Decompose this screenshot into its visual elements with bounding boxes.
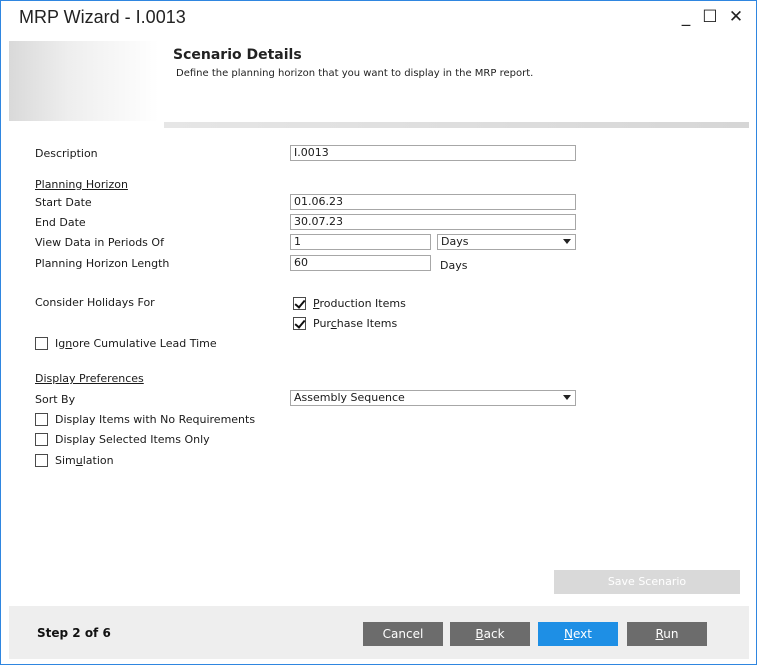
display-preferences-heading: Display Preferences [35,372,144,385]
production-items-checkbox[interactable]: Production Items [293,295,406,311]
end-date-field[interactable]: 30.07.23 [290,214,576,230]
simulation-checkbox[interactable]: Simulation [35,452,114,468]
horizon-length-field[interactable]: 60 [290,255,431,271]
period-unit-select[interactable]: Days [437,234,576,250]
window-title: MRP Wizard - I.0013 [19,7,186,27]
end-date-label: End Date [35,216,86,229]
purchase-items-label: Purchase Items [313,316,398,330]
wizard-footer: Step 2 of 6 Cancel Back Next Run [9,606,749,659]
minimize-icon[interactable]: _ [675,5,697,29]
holidays-label: Consider Holidays For [35,296,155,309]
mrp-wizard-window: MRP Wizard - I.0013 _ ☐ ✕ Scenario Detai… [0,0,757,665]
checkbox-unchecked-icon [35,412,48,426]
chevron-down-icon [563,239,571,244]
next-button[interactable]: Next [538,622,618,646]
back-button[interactable]: Back [450,622,530,646]
checkbox-checked-icon [293,316,306,330]
close-icon[interactable]: ✕ [725,5,747,29]
ignore-lead-time-label: Ignore Cumulative Lead Time [55,336,217,350]
cancel-button[interactable]: Cancel [363,622,443,646]
simulation-label: Simulation [55,453,114,467]
title-bar: MRP Wizard - I.0013 _ ☐ ✕ [1,1,756,38]
selected-only-checkbox[interactable]: Display Selected Items Only [35,431,210,447]
planning-horizon-heading: Planning Horizon [35,178,128,191]
header-title: Scenario Details [173,47,302,63]
checkbox-unchecked-icon [35,432,48,446]
chevron-down-icon [563,395,571,400]
start-date-label: Start Date [35,196,92,209]
no-requirements-checkbox[interactable]: Display Items with No Requirements [35,411,255,427]
run-button[interactable]: Run [627,622,707,646]
no-requirements-label: Display Items with No Requirements [55,412,256,426]
checkbox-unchecked-icon [35,336,48,350]
view-periods-field[interactable]: 1 [290,234,431,250]
checkbox-checked-icon [293,296,306,310]
header-graphic [9,41,159,121]
wizard-header: Scenario Details Define the planning hor… [9,41,749,121]
header-subtitle: Define the planning horizon that you wan… [176,68,534,79]
sort-by-label: Sort By [35,393,76,406]
step-indicator: Step 2 of 6 [37,626,111,640]
view-periods-label: View Data in Periods Of [35,236,164,249]
selected-only-label: Display Selected Items Only [55,432,210,446]
period-unit-value: Days [441,235,469,248]
header-divider [164,122,749,128]
save-scenario-button[interactable]: Save Scenario [554,570,740,594]
description-field[interactable]: I.0013 [290,145,576,161]
checkbox-unchecked-icon [35,453,48,467]
horizon-length-label: Planning Horizon Length [35,257,170,270]
production-items-label: Production Items [313,296,406,310]
ignore-lead-time-checkbox[interactable]: Ignore Cumulative Lead Time [35,335,217,351]
description-label: Description [35,147,98,160]
maximize-icon[interactable]: ☐ [699,5,721,29]
start-date-field[interactable]: 01.06.23 [290,194,576,210]
horizon-length-unit: Days [440,259,468,272]
sort-by-value: Assembly Sequence [294,391,405,404]
sort-by-select[interactable]: Assembly Sequence [290,390,576,406]
purchase-items-checkbox[interactable]: Purchase Items [293,315,397,331]
